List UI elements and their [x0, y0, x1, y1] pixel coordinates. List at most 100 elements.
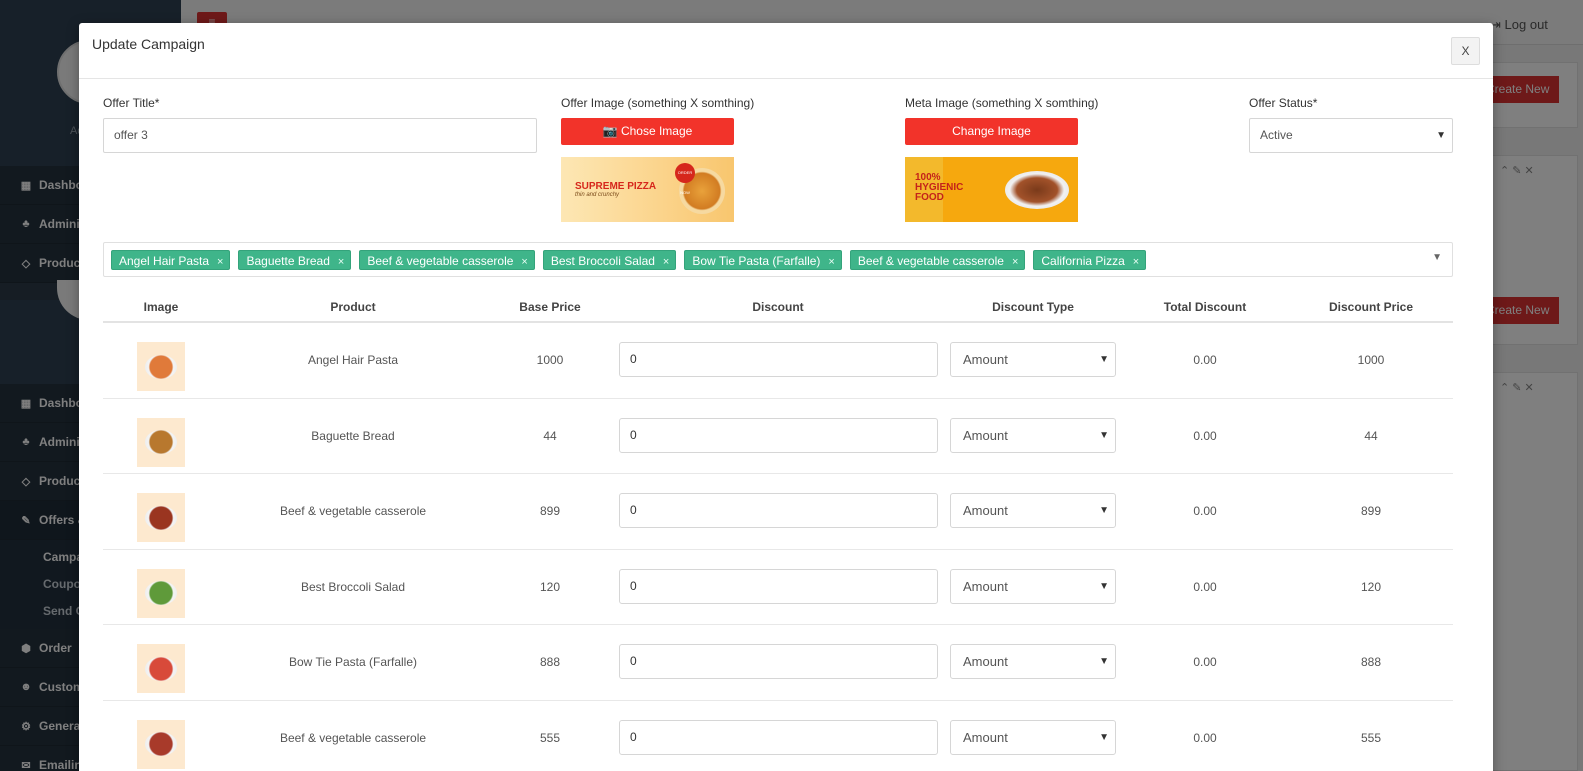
col-product: Product — [330, 300, 376, 314]
product-tag: Beef & vegetable casserole × — [849, 250, 1026, 270]
dish-image — [145, 354, 177, 379]
product-image — [137, 644, 185, 693]
product-tag: Beef & vegetable casserole × — [359, 250, 535, 270]
offer-image-label: Offer Image (something X somthing) — [561, 96, 755, 110]
chevron-down-icon: ▼ — [1099, 656, 1109, 667]
base-price: 888 — [539, 655, 561, 669]
discount-type-select[interactable]: Amount ▼ — [950, 417, 1116, 453]
discount-input[interactable]: 0 — [619, 493, 938, 528]
product-tag: Best Broccoli Salad × — [542, 250, 677, 270]
meta-banner-text: 100% HYGIENIC FOOD — [915, 172, 964, 203]
product-image — [137, 719, 185, 769]
remove-tag-icon[interactable]: × — [1133, 256, 1139, 268]
discount-price: 888 — [1360, 655, 1382, 669]
offer-title-input[interactable]: offer 3 — [103, 118, 537, 153]
product-name: Beef & vegetable casserole — [279, 504, 427, 518]
close-button[interactable]: X — [1451, 37, 1480, 65]
camera-icon: 📷 — [602, 124, 618, 138]
product-name: Bow Tie Pasta (Farfalle) — [288, 655, 418, 669]
base-price: 120 — [539, 579, 561, 594]
discount-input[interactable]: 0 — [619, 568, 938, 604]
discount-type-select[interactable]: Amount ▼ — [950, 719, 1116, 755]
product-image — [137, 568, 185, 618]
product-tag: Baguette Bread × — [238, 250, 352, 270]
dish-image — [145, 732, 177, 756]
offer-status-label: Offer Status* — [1249, 96, 1318, 110]
col-base-price: Base Price — [519, 300, 581, 314]
campaign-products-table: Image Product Base Price Discount Discou… — [103, 290, 1453, 771]
discount-input[interactable]: 0 — [619, 719, 938, 755]
discount-input[interactable]: 0 — [619, 644, 938, 679]
table-row: Baguette Bread 44 0 Amount ▼ 0.00 44 — [103, 399, 1453, 474]
discount-input[interactable]: 0 — [619, 342, 938, 377]
offer-banner-subtitle: thin and crunchy — [575, 192, 620, 198]
offer-title-label: Offer Title* — [103, 96, 160, 110]
discount-type-select[interactable]: Amount ▼ — [950, 342, 1116, 377]
chose-image-button[interactable]: 📷 Chose Image — [561, 118, 734, 145]
product-tag: Bow Tie Pasta (Farfalle) × — [684, 250, 842, 270]
chevron-down-icon: ▼ — [1099, 580, 1109, 592]
order-now-badge: ORDER NOW — [675, 163, 695, 195]
product-image — [137, 493, 185, 542]
discount-type-select[interactable]: Amount ▼ — [950, 644, 1116, 679]
selected-product-tags: Angel Hair Pasta × Baguette Bread × Beef & v… — [111, 250, 1147, 270]
table-row: Best Broccoli Salad 120 0 Amount ▼ 0.00 120 — [103, 550, 1453, 625]
chevron-down-icon: ▼ — [1099, 505, 1109, 516]
table-header: Image Product Base Price Discount Discou… — [103, 290, 1453, 323]
discount-input[interactable]: 0 — [619, 417, 938, 453]
dish-image — [145, 430, 177, 454]
offer-image-preview: SUPREME PIZZA thin and crunchy ORDER NOW — [561, 157, 734, 222]
dish-image — [145, 505, 177, 530]
product-image — [137, 417, 185, 467]
remove-tag-icon[interactable]: × — [828, 256, 834, 268]
modal-title: Update Campaign — [92, 36, 205, 52]
remove-tag-icon[interactable]: × — [521, 256, 527, 268]
discount-type-select[interactable]: Amount ▼ — [950, 568, 1116, 604]
remove-tag-icon[interactable]: × — [1012, 256, 1018, 268]
total-discount: 0.00 — [1193, 655, 1217, 669]
product-image — [137, 342, 185, 391]
remove-tag-icon[interactable]: × — [217, 256, 223, 268]
total-discount: 0.00 — [1193, 428, 1217, 443]
chevron-down-icon[interactable]: ▼ — [1432, 252, 1442, 263]
chevron-down-icon: ▼ — [1099, 354, 1109, 365]
chevron-down-icon: ▼ — [1099, 731, 1109, 743]
total-discount: 0.00 — [1193, 579, 1217, 594]
table-body: Angel Hair Pasta 1000 0 Amount ▼ 0.00 1000 Bagu… — [103, 323, 1453, 771]
discount-price: 555 — [1360, 730, 1382, 745]
col-discount-type: Discount Type — [992, 300, 1074, 314]
discount-type-select[interactable]: Amount ▼ — [950, 493, 1116, 528]
product-tag: Angel Hair Pasta × — [111, 250, 231, 270]
update-campaign-modal: Update Campaign X Offer Title* offer 3 O… — [79, 23, 1493, 771]
offer-status-select[interactable]: Active ▼ — [1249, 118, 1453, 153]
base-price: 555 — [539, 730, 561, 745]
meta-image-label: Meta Image (something X somthing) — [905, 96, 1099, 110]
discount-price: 1000 — [1357, 353, 1385, 367]
offer-banner-title: SUPREME PIZZA — [575, 181, 657, 192]
modal-header: Update Campaign X — [79, 23, 1493, 79]
table-row: Bow Tie Pasta (Farfalle) 888 0 Amount ▼ 0.00 8… — [103, 625, 1453, 701]
product-multiselect[interactable]: Angel Hair Pasta × Baguette Bread × Beef & v… — [103, 242, 1453, 277]
base-price: 899 — [539, 504, 561, 518]
product-name: Best Broccoli Salad — [300, 579, 406, 594]
total-discount: 0.00 — [1193, 504, 1217, 518]
chevron-down-icon: ▼ — [1436, 130, 1446, 141]
meta-image-preview: 100% HYGIENIC FOOD — [905, 157, 1078, 222]
discount-price: 899 — [1360, 504, 1382, 518]
base-price: 44 — [543, 428, 557, 443]
col-image: Image — [143, 300, 179, 314]
table-row: Angel Hair Pasta 1000 0 Amount ▼ 0.00 1000 — [103, 323, 1453, 399]
discount-price: 120 — [1360, 579, 1382, 594]
change-image-button[interactable]: Change Image — [905, 118, 1078, 145]
product-name: Baguette Bread — [311, 428, 395, 443]
remove-tag-icon[interactable]: × — [338, 256, 344, 268]
total-discount: 0.00 — [1193, 353, 1217, 367]
col-discount-price: Discount Price — [1328, 300, 1414, 314]
remove-tag-icon[interactable]: × — [663, 256, 669, 268]
base-price: 1000 — [536, 353, 564, 367]
table-row: Beef & vegetable casserole 555 0 Amount ▼ 0.0… — [103, 701, 1453, 771]
col-total-discount: Total Discount — [1163, 300, 1247, 314]
product-name: Angel Hair Pasta — [307, 353, 399, 367]
discount-price: 44 — [1364, 428, 1378, 443]
product-tag: California Pizza × — [1033, 250, 1147, 270]
